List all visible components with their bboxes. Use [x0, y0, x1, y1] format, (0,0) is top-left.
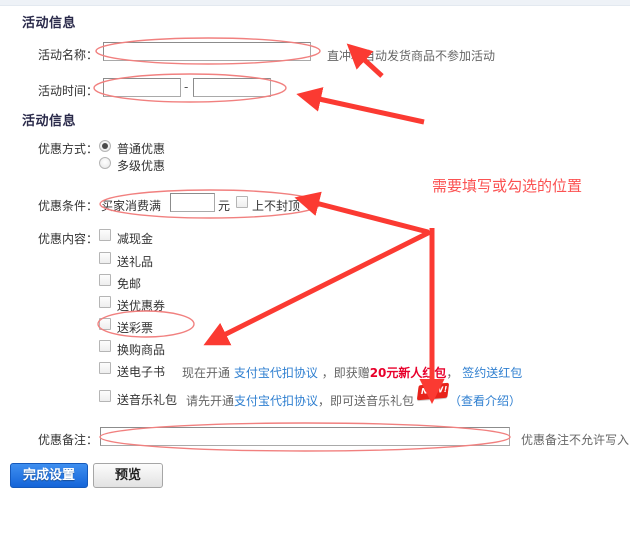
music-note-part2: ，即可送音乐礼包	[318, 394, 415, 408]
label-music-pack: 送音乐礼包	[117, 393, 178, 407]
label-free-shipping: 免邮	[117, 277, 142, 291]
annotation-overlay	[93, 37, 511, 452]
label-free-gift: 送礼品	[117, 255, 154, 269]
section-title-promo-info: 活动信息	[22, 114, 77, 129]
activity-name-input[interactable]	[103, 42, 311, 61]
ebook-note-part1: 现在开通	[182, 366, 231, 380]
time-range-separator: -	[184, 80, 189, 94]
music-note-part1: 请先开通	[186, 394, 235, 408]
label-coupon: 送优惠券	[117, 299, 166, 313]
new-badge-icon: NEW!	[416, 382, 450, 401]
label-promo-mode-normal: 普通优惠	[117, 142, 166, 156]
promo-remark-hint: 优惠备注不允许写入	[521, 433, 630, 447]
top-divider-strip	[0, 0, 630, 6]
label-promo-remark: 优惠备注：	[38, 433, 99, 447]
promo-condition-unit-text: 元	[218, 199, 231, 213]
label-promo-mode-tiered: 多级优惠	[117, 159, 166, 173]
checkbox-exchange-goods[interactable]	[99, 340, 111, 352]
music-pack-note: 请先开通支付宝代扣协议，即可送音乐礼包	[186, 392, 414, 409]
arrow-to-promo-condition	[294, 191, 429, 235]
view-intro-link[interactable]: （查看介绍）	[449, 392, 521, 409]
label-activity-name: 活动名称：	[38, 48, 99, 62]
sign-red-packet-link[interactable]: 签约送红包	[462, 366, 522, 380]
ebook-note: 现在开通 支付宝代扣协议 ，即获赠20元新人红包， 签约送红包	[182, 364, 522, 381]
checkbox-coupon[interactable]	[99, 296, 111, 308]
checkbox-ebook[interactable]	[99, 362, 111, 374]
checkbox-cash-off[interactable]	[99, 229, 111, 241]
radio-promo-mode-normal[interactable]	[99, 140, 111, 152]
activity-time-start-input[interactable]	[103, 78, 181, 97]
promo-remark-input[interactable]	[100, 427, 510, 446]
label-activity-time: 活动时间：	[38, 84, 99, 98]
preview-button[interactable]: 预览	[93, 463, 163, 488]
arrow-to-lottery-checkbox	[203, 229, 432, 346]
label-exchange-goods: 换购商品	[117, 343, 166, 357]
checkbox-free-gift[interactable]	[99, 252, 111, 264]
radio-promo-mode-tiered[interactable]	[99, 157, 111, 169]
new-badge-label: NEW!	[420, 384, 449, 396]
promo-condition-prefix-text: 买家消费满	[101, 199, 162, 213]
label-promo-mode: 优惠方式：	[38, 142, 99, 156]
checkbox-lottery-ticket[interactable]	[99, 318, 111, 330]
ebook-note-part3: ，	[446, 366, 459, 380]
section-title-activity-info: 活动信息	[22, 16, 77, 31]
promo-condition-amount-input[interactable]	[170, 193, 215, 212]
activity-name-hint: 直冲和自动发货商品不参加活动	[327, 49, 496, 63]
checkbox-no-cap[interactable]	[236, 196, 248, 208]
label-promo-condition: 优惠条件：	[38, 199, 99, 213]
activity-time-end-input[interactable]	[193, 78, 271, 97]
ebook-note-highlight: 20元新人红包	[369, 366, 447, 380]
checkbox-free-shipping[interactable]	[99, 274, 111, 286]
arrow-to-activity-time	[296, 87, 425, 125]
label-lottery-ticket: 送彩票	[117, 321, 154, 335]
label-no-cap: 上不封顶	[252, 199, 301, 213]
checkbox-music-pack[interactable]	[99, 390, 111, 402]
alipay-agreement-link-ebook[interactable]: 支付宝代扣协议	[234, 366, 318, 380]
finish-settings-button[interactable]: 完成设置	[10, 463, 88, 488]
ebook-note-part2: ，即获赠	[321, 366, 370, 380]
label-cash-off: 减现金	[117, 232, 154, 246]
promotion-settings-page: 活动信息 活动名称： 直冲和自动发货商品不参加活动 活动时间： - 活动信息 优…	[0, 0, 630, 537]
label-promo-content: 优惠内容：	[38, 232, 99, 246]
annotation-text: 需要填写或勾选的位置	[432, 177, 583, 195]
label-ebook: 送电子书	[117, 365, 166, 379]
alipay-agreement-link-music[interactable]: 支付宝代扣协议	[234, 394, 318, 408]
